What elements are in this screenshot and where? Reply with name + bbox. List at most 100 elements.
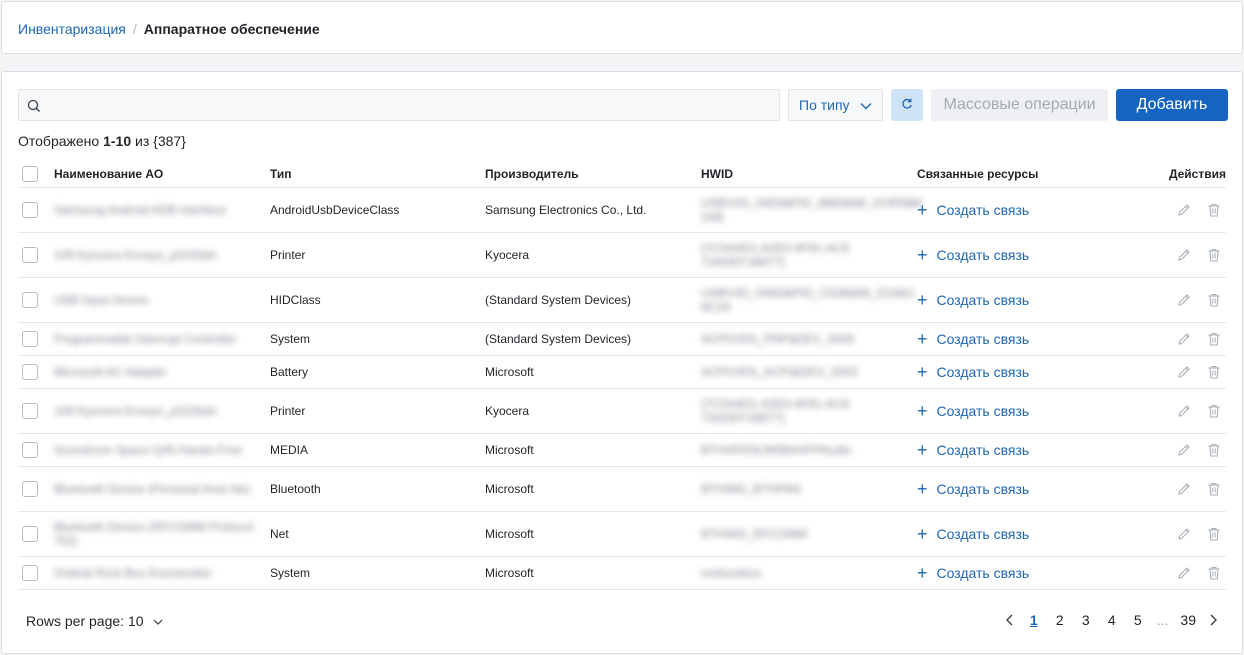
hardware-vendor: (Standard System Devices) — [485, 293, 632, 307]
column-header-type[interactable]: Тип — [270, 160, 470, 187]
hardware-name[interactable]: Ordinal Root Bus Enumerator — [54, 566, 211, 580]
type-filter-select[interactable]: По типу — [788, 89, 883, 121]
plus-icon: + — [917, 245, 928, 265]
edit-icon[interactable] — [1176, 402, 1192, 420]
create-link-button[interactable]: + Создать связь — [917, 201, 1029, 219]
plus-icon: + — [917, 200, 928, 220]
delete-icon[interactable] — [1206, 480, 1222, 498]
hardware-hwid: {7C5A4D1-A2E0-4F81-AC8 73ADEF1B877} — [701, 241, 850, 269]
table-row: USB Input Device HIDClass (Standard System… — [18, 278, 1226, 323]
create-link-button[interactable]: + Создать связь — [917, 246, 1029, 264]
row-checkbox[interactable] — [22, 442, 38, 458]
row-checkbox[interactable] — [22, 364, 38, 380]
hardware-type: System — [270, 332, 311, 346]
hardware-name[interactable]: Programmable Interrupt Controller — [54, 332, 236, 346]
create-link-button[interactable]: + Создать связь — [917, 402, 1029, 420]
search-input[interactable] — [47, 90, 773, 120]
record-count: Отображено 1-10 из {387} — [18, 133, 186, 149]
column-header-vendor[interactable]: Производитель — [485, 160, 695, 187]
hardware-vendor: Kyocera — [485, 248, 530, 262]
create-link-button[interactable]: + Создать связь — [917, 441, 1029, 459]
hardware-name[interactable]: 109 Kyocera Ecosys_p3155dn — [54, 248, 217, 262]
hardware-hwid: USB\VID_04E8&PID_6860&MI_01\R58M 2AB — [701, 196, 922, 224]
create-link-button[interactable]: + Создать связь — [917, 330, 1029, 348]
create-link-button[interactable]: + Создать связь — [917, 525, 1029, 543]
page-last[interactable]: 39 — [1180, 612, 1196, 628]
column-header-hwid[interactable]: HWID — [701, 160, 911, 187]
hardware-name[interactable]: 109 Kyocera Ecosys_p3155dn — [54, 404, 217, 418]
table-body: Samsung Android ADB Interface AndroidUsbD… — [18, 188, 1226, 590]
add-button[interactable]: Добавить — [1116, 89, 1228, 121]
hardware-type: Battery — [270, 365, 309, 379]
hardware-hwid: BTHHFENUM\BthHFPAudio — [701, 443, 852, 457]
create-link-label: Создать связь — [936, 526, 1030, 542]
prev-page-icon[interactable] — [1003, 613, 1017, 627]
chevron-down-icon — [859, 99, 873, 113]
row-checkbox[interactable] — [22, 247, 38, 263]
delete-icon[interactable] — [1206, 441, 1222, 459]
hardware-hwid: {7C5A4D1-A2E0-4F81-AC8 73ADEF1B877} — [701, 397, 850, 425]
edit-icon[interactable] — [1176, 246, 1192, 264]
edit-icon[interactable] — [1176, 564, 1192, 582]
count-total: {387} — [153, 133, 186, 149]
column-header-actions: Действия — [1168, 166, 1226, 181]
select-all-checkbox[interactable] — [22, 165, 38, 182]
breadcrumb-card: Инвентаризация / Аппаратное обеспечение — [1, 1, 1243, 54]
delete-icon[interactable] — [1206, 363, 1222, 381]
create-link-button[interactable]: + Создать связь — [917, 564, 1029, 582]
rows-per-page-select[interactable]: Rows per page: 10 — [26, 613, 164, 629]
row-checkbox[interactable] — [22, 526, 38, 542]
row-checkbox[interactable] — [22, 481, 38, 497]
count-prefix: Отображено — [18, 133, 100, 149]
edit-icon[interactable] — [1176, 480, 1192, 498]
plus-icon: + — [917, 362, 928, 382]
hardware-name[interactable]: USB Input Device — [54, 293, 149, 307]
refresh-button[interactable] — [891, 89, 923, 121]
edit-icon[interactable] — [1176, 363, 1192, 381]
create-link-button[interactable]: + Создать связь — [917, 363, 1029, 381]
hardware-name[interactable]: Bluetooth Device (Personal Area Ne) — [54, 482, 250, 496]
edit-icon[interactable] — [1176, 525, 1192, 543]
delete-icon[interactable] — [1206, 525, 1222, 543]
hardware-name[interactable]: Samsung Android ADB Interface — [54, 203, 226, 217]
create-link-button[interactable]: + Создать связь — [917, 291, 1029, 309]
page-list: 12345 — [1021, 612, 1151, 628]
row-checkbox[interactable] — [22, 565, 38, 581]
edit-icon[interactable] — [1176, 201, 1192, 219]
delete-icon[interactable] — [1206, 402, 1222, 420]
next-page-icon[interactable] — [1206, 613, 1220, 627]
edit-icon[interactable] — [1176, 291, 1192, 309]
hardware-vendor: Microsoft — [485, 527, 534, 541]
hardware-name[interactable]: Bluetooth Device (RFCOMM Protocol TDI) — [54, 520, 254, 548]
delete-icon[interactable] — [1206, 564, 1222, 582]
row-checkbox[interactable] — [22, 292, 38, 308]
create-link-button[interactable]: + Создать связь — [917, 480, 1029, 498]
page-title: Аппаратное обеспечение — [143, 21, 320, 37]
count-range: 1-10 — [103, 133, 132, 149]
edit-icon[interactable] — [1176, 441, 1192, 459]
delete-icon[interactable] — [1206, 246, 1222, 264]
delete-icon[interactable] — [1206, 201, 1222, 219]
hardware-vendor: (Standard System Devices) — [485, 332, 632, 346]
plus-icon: + — [917, 479, 928, 499]
page-1[interactable]: 1 — [1027, 612, 1041, 628]
row-checkbox[interactable] — [22, 403, 38, 419]
page-3[interactable]: 3 — [1079, 612, 1093, 628]
row-checkbox[interactable] — [22, 331, 38, 347]
search-icon — [26, 98, 42, 114]
table-row: 109 Kyocera Ecosys_p3155dn Printer Kyocera… — [18, 233, 1226, 278]
page-5[interactable]: 5 — [1131, 612, 1145, 628]
page-2[interactable]: 2 — [1053, 612, 1067, 628]
refresh-icon — [900, 97, 914, 114]
hardware-name[interactable]: Soundcore Space Q45 Hands-Free — [54, 443, 242, 457]
row-checkbox[interactable] — [22, 202, 38, 218]
delete-icon[interactable] — [1206, 291, 1222, 309]
column-header-name[interactable]: Наименование АО — [54, 160, 254, 187]
breadcrumb-link-inventory[interactable]: Инвентаризация — [18, 21, 126, 37]
hardware-name[interactable]: Microsoft AC Adapter — [54, 365, 167, 379]
count-of: из — [135, 133, 150, 149]
mass-operations-button[interactable]: Массовые операции — [931, 89, 1108, 121]
delete-icon[interactable] — [1206, 330, 1222, 348]
page-4[interactable]: 4 — [1105, 612, 1119, 628]
edit-icon[interactable] — [1176, 330, 1192, 348]
